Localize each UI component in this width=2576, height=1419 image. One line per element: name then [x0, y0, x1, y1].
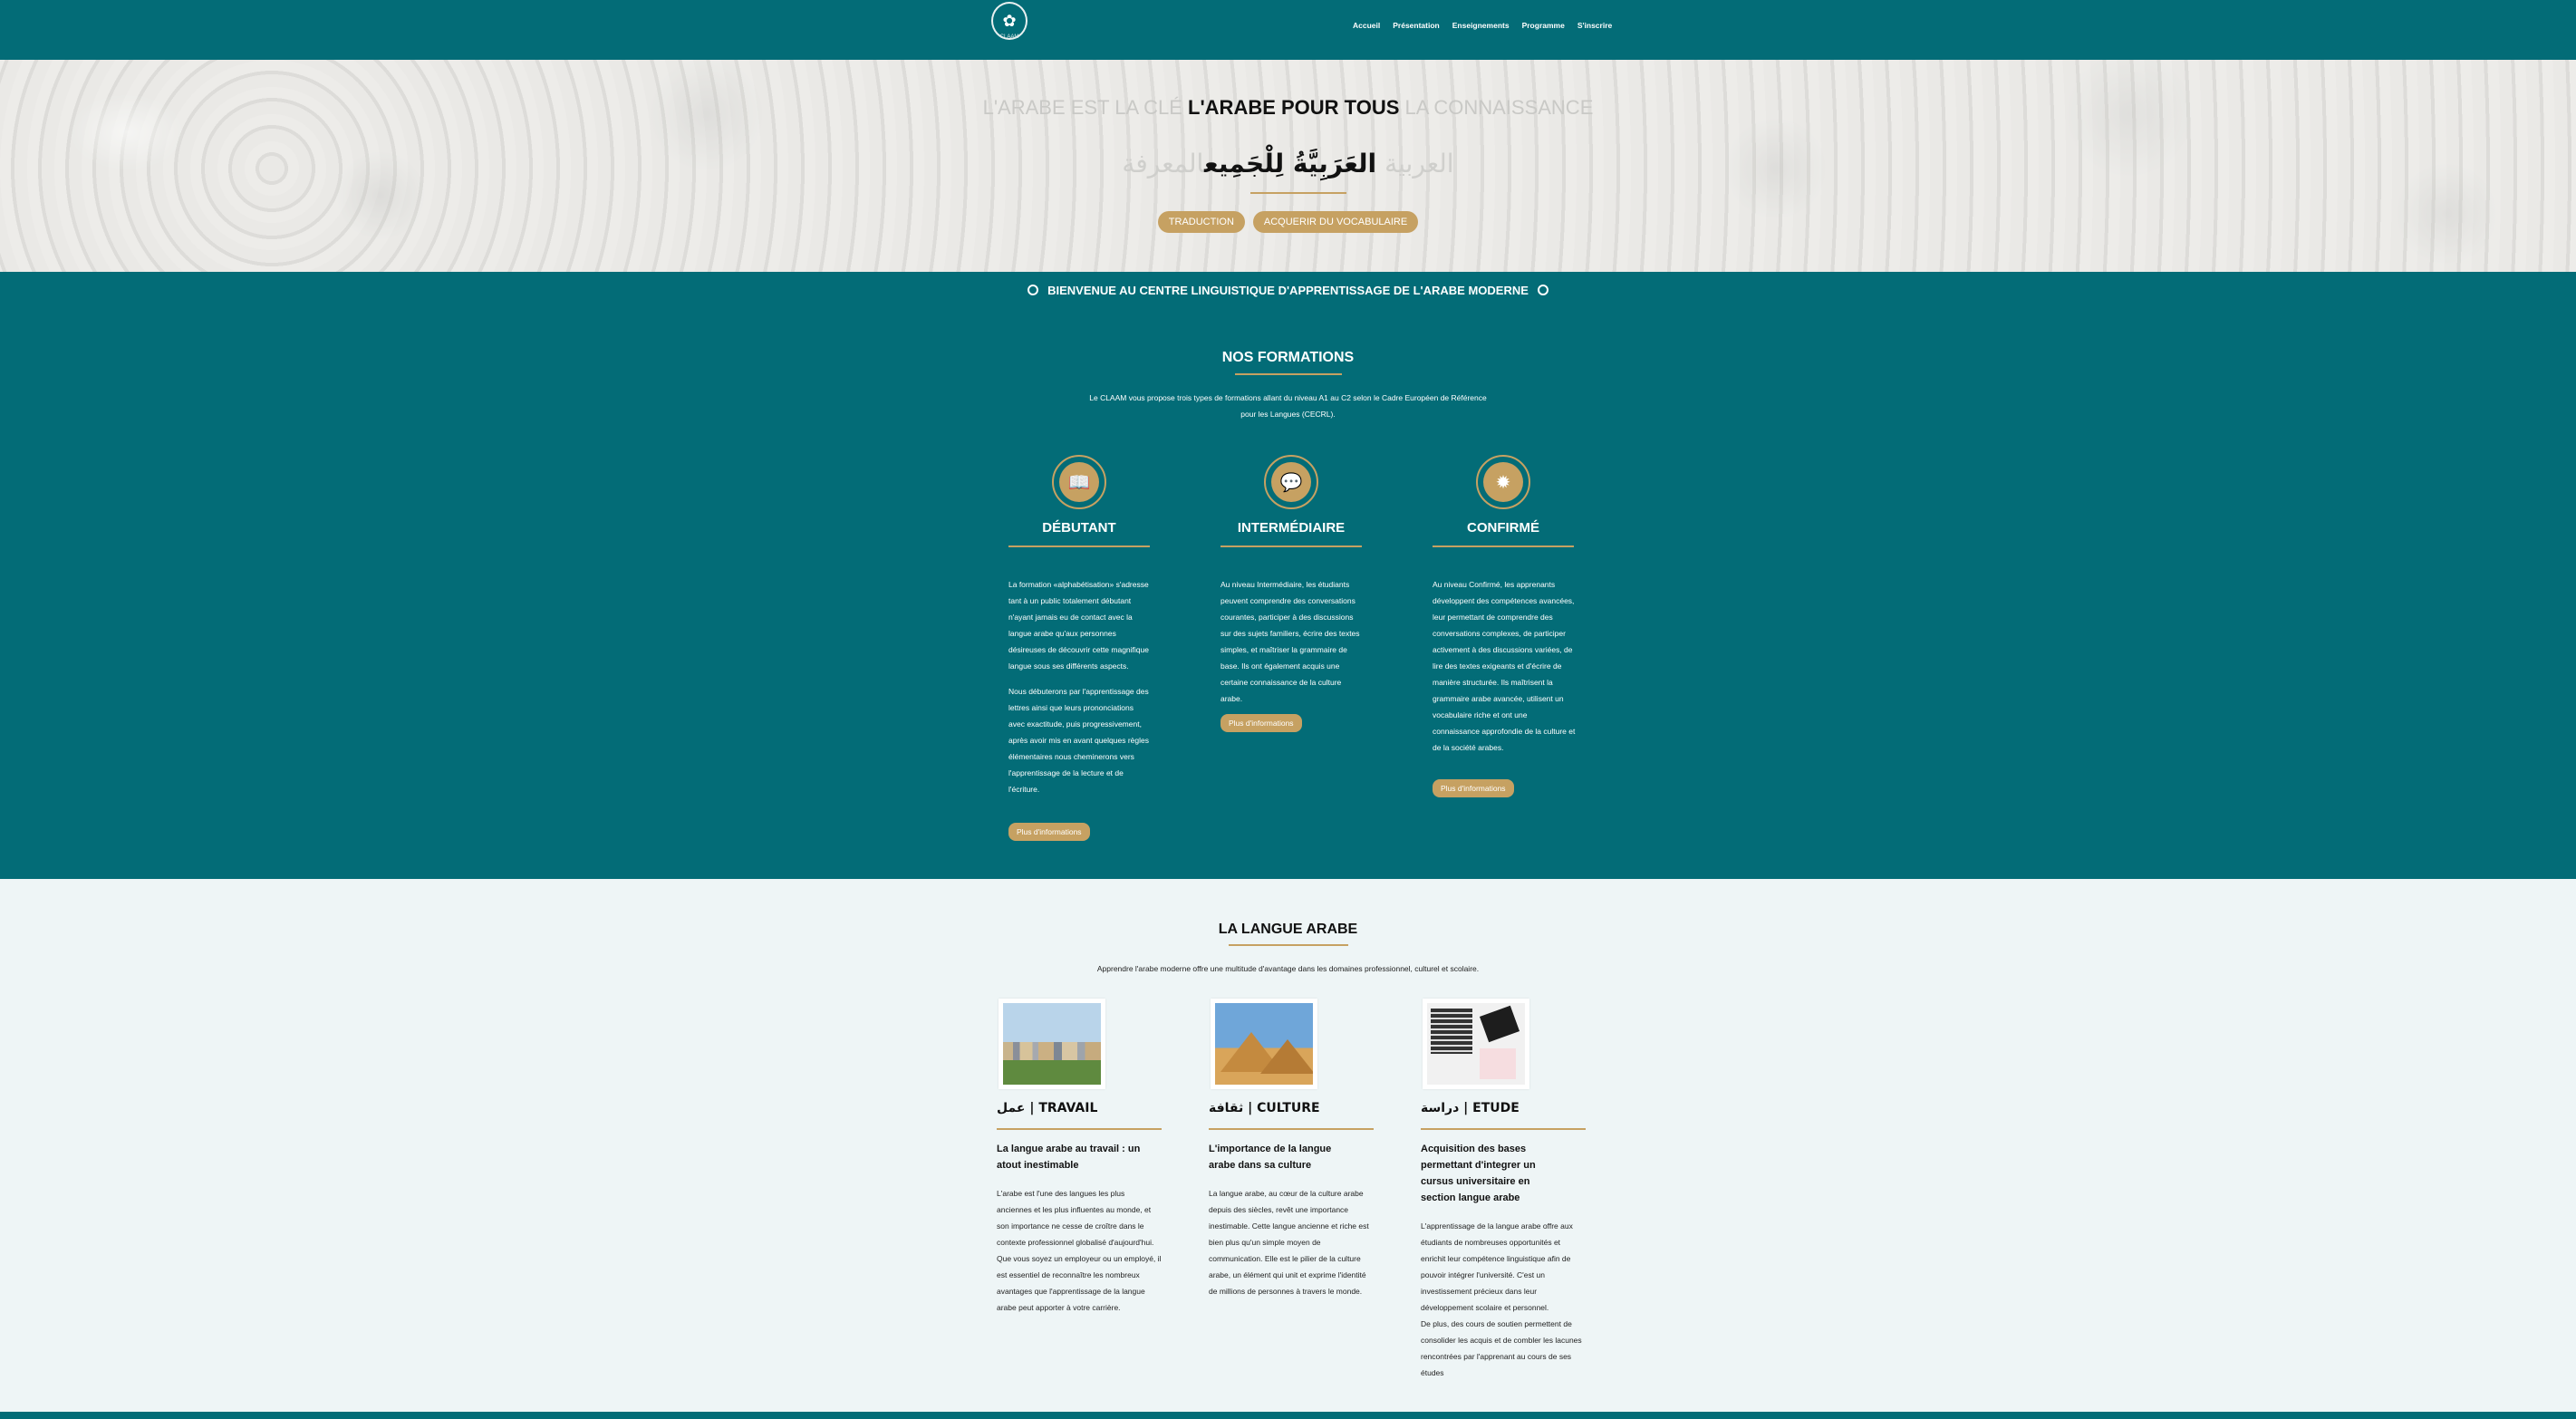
- debutant-badge: 📖: [1052, 455, 1106, 509]
- nav-presentation[interactable]: Présentation: [1393, 21, 1440, 30]
- confirme-more-button[interactable]: Plus d'informations: [1433, 779, 1514, 797]
- hero-buttons: TRADUCTION ACQUERIR DU VOCABULAIRE: [0, 211, 2576, 233]
- travail-text: L'arabe est l'une des langues les plus a…: [997, 1189, 1162, 1312]
- langue-title-underline: [1229, 944, 1348, 946]
- confirme-text: Au niveau Confirmé, les apprenants dével…: [1433, 576, 1576, 756]
- hero-arabic-tagline: العربية العَرَبِيَّةُ لِلْجَمِيعالمعرفة: [0, 149, 2576, 179]
- intermediaire-paragraph-1: Au niveau Intermédiaire, les étudiants p…: [1220, 580, 1360, 703]
- hero-underline: [1250, 192, 1346, 194]
- etude-paragraph-1: L'apprentissage de la langue arabe offre…: [1421, 1221, 1573, 1312]
- main-nav: Accueil Présentation Enseignements Progr…: [1353, 21, 1612, 30]
- culture-subtitle: L'importance de la langue arabe dans sa …: [1209, 1144, 1332, 1171]
- vocabulaire-button[interactable]: ACQUERIR DU VOCABULAIRE: [1252, 211, 1419, 233]
- pyramid-shape: [1260, 1039, 1313, 1074]
- langue-title: LA LANGUE ARABE: [1218, 922, 1358, 937]
- logo-text: CLAAM: [999, 34, 1019, 40]
- etude-image: [1423, 999, 1529, 1089]
- culture-image: [1211, 999, 1317, 1089]
- nav-programme[interactable]: Programme: [1522, 21, 1565, 30]
- hero-tagline-main: L'ARABE POUR TOUS: [1188, 96, 1400, 119]
- logo-glyph: ✿: [1002, 11, 1017, 31]
- formations-intro-line2: pour les Langues (CECRL).: [1240, 410, 1336, 419]
- formations-intro-line1: Le CLAAM vous propose trois types de for…: [1089, 393, 1487, 402]
- debutant-text: La formation «alphabétisation» s'adresse…: [1008, 576, 1152, 797]
- intermediaire-more-button[interactable]: Plus d'informations: [1220, 714, 1302, 732]
- debutant-title: DÉBUTANT: [1042, 520, 1116, 536]
- star-seal-icon: ✹: [1483, 462, 1523, 502]
- formations-title-underline: [1235, 373, 1342, 375]
- formations-section: BIENVENUE AU CENTRE LINGUISTIQUE D'APPRE…: [0, 272, 2576, 879]
- travail-heading: عمل | TRAVAIL: [997, 1101, 1098, 1115]
- hero-tagline-right: LA CONNAISSANCE: [1404, 96, 1594, 119]
- confirme-title: CONFIRMÉ: [1467, 520, 1539, 536]
- confirme-badge: ✹: [1476, 455, 1530, 509]
- etude-subtitle: Acquisition des bases permettant d'integ…: [1421, 1144, 1536, 1203]
- intermediaire-badge: 💬: [1264, 455, 1318, 509]
- confirme-rule: [1433, 545, 1574, 547]
- etude-paragraph-2: De plus, des cours de soutien permettent…: [1421, 1319, 1582, 1377]
- welcome-banner: BIENVENUE AU CENTRE LINGUISTIQUE D'APPRE…: [0, 284, 2576, 297]
- footer-strip: [0, 1412, 2576, 1419]
- nav-enseignements[interactable]: Enseignements: [1452, 21, 1510, 30]
- hero-tagline: L'ARABE EST LA CLÉ L'ARABE POUR TOUS LA …: [0, 96, 2576, 120]
- hero-arabic-right: المعرفة: [1122, 149, 1205, 179]
- keyboard-shape: [1431, 1009, 1472, 1054]
- book-icon: 📖: [1059, 462, 1099, 502]
- formations-title: NOS FORMATIONS: [1221, 350, 1355, 365]
- chat-bubbles-icon: 💬: [1271, 462, 1311, 502]
- travail-rule: [997, 1128, 1162, 1130]
- culture-text: La langue arabe, au cœur de la culture a…: [1209, 1189, 1369, 1296]
- site-header: ✿ CLAAM Accueil Présentation Enseignemen…: [0, 0, 2576, 60]
- formations-intro: Le CLAAM vous propose trois types de for…: [0, 390, 2576, 422]
- nav-accueil[interactable]: Accueil: [1353, 21, 1380, 30]
- ring-icon: [1028, 285, 1039, 295]
- culture-rule: [1209, 1128, 1374, 1130]
- intermediaire-rule: [1220, 545, 1362, 547]
- welcome-text: BIENVENUE AU CENTRE LINGUISTIQUE D'APPRE…: [1047, 284, 1529, 297]
- debutant-paragraph-2: Nous débuterons par l'apprentissage des …: [1008, 687, 1149, 794]
- hero-banner: L'ARABE EST LA CLÉ L'ARABE POUR TOUS LA …: [0, 60, 2576, 272]
- etude-heading: دراسة | ETUDE: [1421, 1101, 1520, 1115]
- ring-icon: [1537, 285, 1548, 295]
- etude-text: L'apprentissage de la langue arabe offre…: [1421, 1218, 1586, 1381]
- phone-shape: [1479, 1005, 1520, 1043]
- nav-sinscrire[interactable]: S'inscrire: [1577, 21, 1612, 30]
- travail-image: [999, 999, 1105, 1089]
- etude-rule: [1421, 1128, 1586, 1130]
- hero-tagline-left: L'ARABE EST LA CLÉ: [982, 96, 1182, 119]
- debutant-more-button[interactable]: Plus d'informations: [1008, 823, 1090, 841]
- confirme-paragraph-1: Au niveau Confirmé, les apprenants dével…: [1433, 580, 1576, 752]
- hero-arabic-left: العربية: [1384, 149, 1454, 179]
- hero-arabic-main: العَرَبِيَّةُ لِلْجَمِيع: [1204, 149, 1377, 179]
- city-skyline-image: [1003, 1003, 1101, 1085]
- intermediaire-title: INTERMÉDIAIRE: [1237, 520, 1346, 536]
- travail-subtitle: La langue arabe au travail : un atout in…: [997, 1144, 1141, 1171]
- notepad-shape: [1480, 1048, 1516, 1079]
- pyramids-image: [1215, 1003, 1313, 1085]
- desk-laptop-image: [1427, 1003, 1525, 1085]
- traduction-button[interactable]: TRADUCTION: [1157, 211, 1245, 233]
- langue-intro: Apprendre l'arabe moderne offre une mult…: [1096, 964, 1480, 973]
- debutant-rule: [1008, 545, 1150, 547]
- debutant-paragraph-1: La formation «alphabétisation» s'adresse…: [1008, 580, 1149, 671]
- intermediaire-text: Au niveau Intermédiaire, les étudiants p…: [1220, 576, 1364, 707]
- culture-heading: ثقافة | CULTURE: [1209, 1101, 1320, 1115]
